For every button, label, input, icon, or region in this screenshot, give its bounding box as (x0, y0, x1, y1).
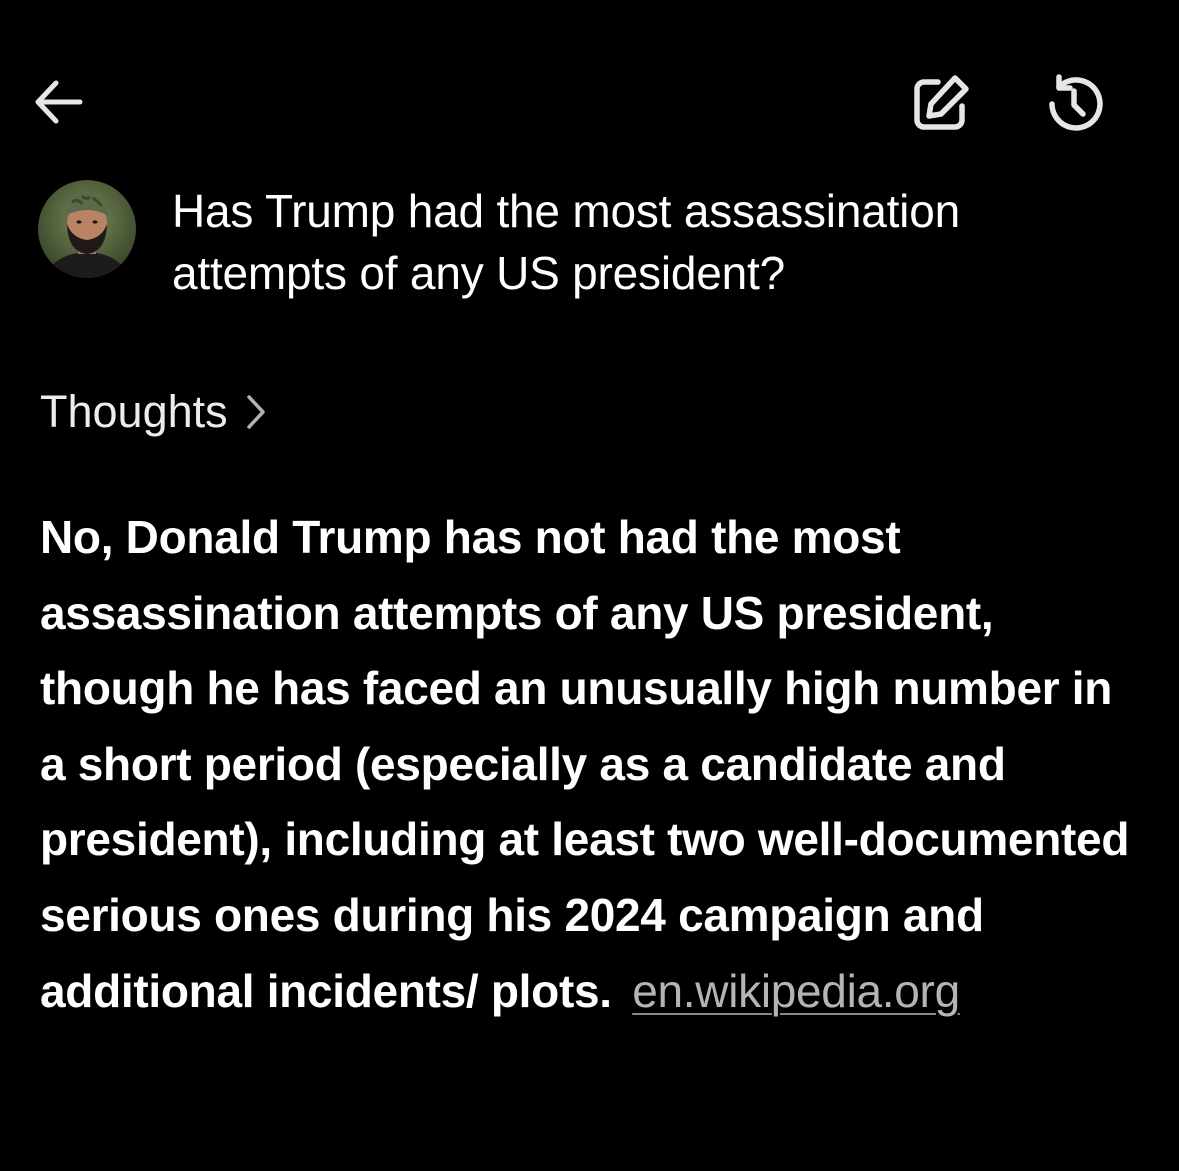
answer-text: No, Donald Trump has not had the most as… (40, 511, 1130, 1017)
thoughts-toggle[interactable]: Thoughts (40, 382, 268, 442)
query-text: Has Trump had the most assassination att… (172, 185, 960, 299)
avatar-image (38, 180, 136, 278)
source-link[interactable]: en.wikipedia.org (632, 965, 960, 1017)
edit-square-pencil-icon (914, 75, 969, 130)
history-button[interactable] (1036, 66, 1112, 142)
user-query: Has Trump had the most assassination att… (38, 178, 1148, 318)
new-chat-button[interactable] (902, 66, 978, 142)
answer-body: No, Donald Trump has not had the most as… (40, 500, 1140, 1029)
chevron-right-icon (246, 395, 265, 429)
back-button[interactable] (26, 70, 90, 134)
user-avatar[interactable] (38, 180, 136, 278)
top-bar (0, 0, 1179, 160)
answer-paragraph: No, Donald Trump has not had the most as… (40, 500, 1140, 1029)
thoughts-label: Thoughts (40, 386, 228, 437)
arrow-left-icon (35, 80, 83, 124)
history-clock-icon (1049, 74, 1103, 131)
